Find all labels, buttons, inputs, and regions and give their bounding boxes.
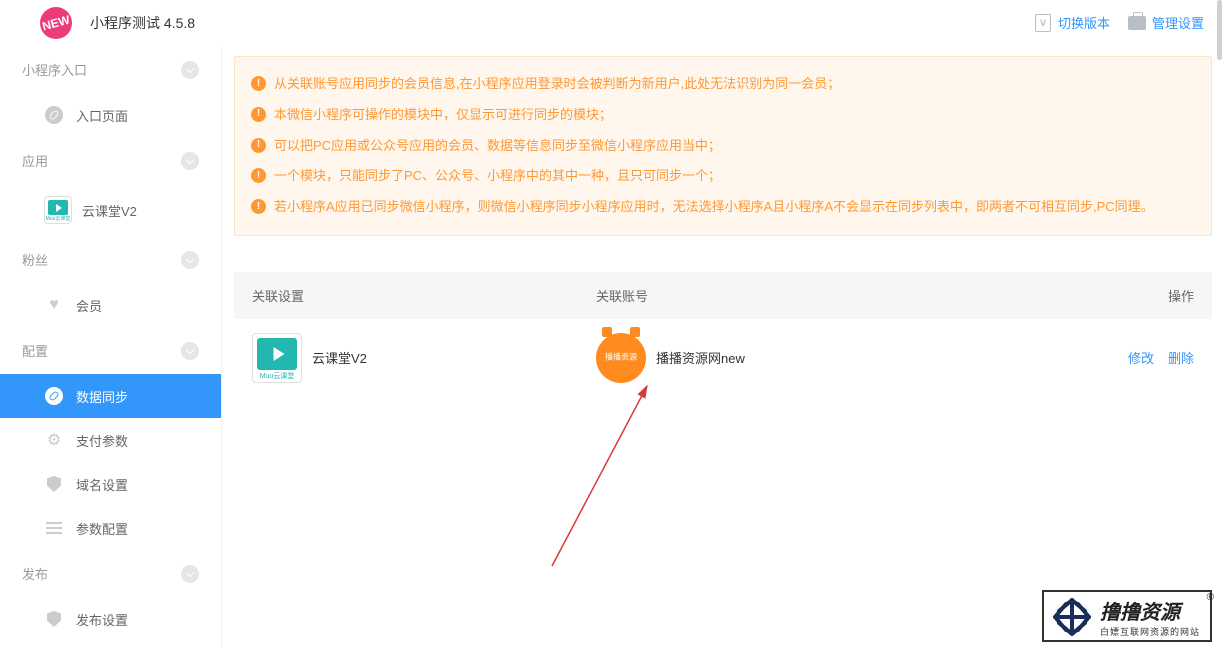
- notice-item: ! 从关联账号应用同步的会员信息,在小程序应用登录时会被判断为新用户,此处无法识…: [251, 69, 1195, 100]
- scrollbar[interactable]: [1217, 0, 1222, 60]
- sidebar-item-label: 域名设置: [76, 475, 128, 494]
- shield-icon: [44, 474, 64, 494]
- sync-table: 关联设置 关联账号 操作 Muu云课堂 云课堂V2 播播资源 播播资源网new: [234, 272, 1212, 397]
- notice-text: 可以把PC应用或公众号应用的会员、数据等信息同步至微信小程序应用当中；: [274, 136, 721, 157]
- notice-box: ! 从关联账号应用同步的会员信息,在小程序应用登录时会被判断为新用户,此处无法识…: [234, 56, 1212, 236]
- notice-item: ! 若小程序A应用已同步微信小程序，则微信小程序同步小程序应用时，无法选择小程序…: [251, 192, 1195, 223]
- info-icon: !: [251, 76, 266, 91]
- notice-item: ! 本微信小程序可操作的模块中，仅显示可进行同步的模块；: [251, 100, 1195, 131]
- sidebar-item-yunketang[interactable]: Muu云课堂 云课堂V2: [0, 184, 221, 236]
- sidebar-item-param-config[interactable]: 参数配置: [0, 506, 221, 550]
- sidebar-group-config[interactable]: 配置: [0, 327, 221, 374]
- version-icon: [1034, 14, 1052, 32]
- switch-version-button[interactable]: 切换版本: [1034, 13, 1110, 32]
- watermark-title: 撸撸资源 ®: [1100, 596, 1200, 625]
- notice-text: 若小程序A应用已同步微信小程序，则微信小程序同步小程序应用时，无法选择小程序A且…: [274, 197, 1154, 218]
- info-icon: !: [251, 199, 266, 214]
- cell-settings: Muu云课堂 云课堂V2: [252, 333, 596, 383]
- account-label: 播播资源网new: [656, 348, 745, 367]
- new-badge-icon: NEW: [41, 12, 72, 33]
- sidebar-item-label: 云课堂V2: [82, 201, 137, 220]
- notice-item: ! 一个模块，只能同步了PC、公众号、小程序中的其中一种，且只可同步一个；: [251, 161, 1195, 192]
- info-icon: !: [251, 107, 266, 122]
- sidebar-item-pay-params[interactable]: ⚙ 支付参数: [0, 418, 221, 462]
- chevron-down-icon: [181, 61, 199, 79]
- registered-icon: ®: [1207, 592, 1214, 603]
- sidebar-item-label: 数据同步: [76, 387, 128, 406]
- sidebar-item-entry-page[interactable]: 入口页面: [0, 93, 221, 137]
- app-icon: Muu云课堂: [44, 196, 72, 224]
- info-icon: !: [251, 168, 266, 183]
- sidebar-group-apps[interactable]: 应用: [0, 137, 221, 184]
- shield-icon: [44, 609, 64, 629]
- col-header-settings: 关联设置: [252, 286, 596, 305]
- sidebar-group-label: 粉丝: [22, 250, 48, 269]
- info-icon: !: [251, 138, 266, 153]
- chevron-down-icon: [181, 251, 199, 269]
- switch-version-label: 切换版本: [1058, 13, 1110, 32]
- annotation-arrow: [542, 376, 702, 576]
- heart-icon: ♥: [44, 295, 64, 315]
- sidebar-item-publish[interactable]: 发布设置: [0, 597, 221, 641]
- sidebar-item-domain[interactable]: 域名设置: [0, 462, 221, 506]
- notice-text: 一个模块，只能同步了PC、公众号、小程序中的其中一种，且只可同步一个；: [274, 166, 721, 187]
- sidebar-item-label: 支付参数: [76, 431, 128, 450]
- chevron-down-icon: [181, 152, 199, 170]
- sidebar-item-members[interactable]: ♥ 会员: [0, 283, 221, 327]
- watermark: 撸撸资源 ® 白嫖互联网资源的网站: [1042, 590, 1212, 642]
- sidebar-item-label: 发布设置: [76, 610, 128, 629]
- sidebar-item-label: 入口页面: [76, 106, 128, 125]
- manage-settings-label: 管理设置: [1152, 13, 1204, 32]
- sidebar-item-label: 参数配置: [76, 519, 128, 538]
- account-icon: 播播资源: [596, 333, 646, 383]
- sidebar-group-label: 发布: [22, 564, 48, 583]
- chevron-down-icon: [181, 565, 199, 583]
- app-icon: Muu云课堂: [252, 333, 302, 383]
- sidebar-group-entry[interactable]: 小程序入口: [0, 46, 221, 93]
- settings-label: 云课堂V2: [312, 348, 367, 367]
- app-logo: NEW: [40, 7, 72, 39]
- cell-account: 播播资源 播播资源网new: [596, 333, 1094, 383]
- col-header-account: 关联账号: [596, 286, 1114, 305]
- sidebar-item-label: 会员: [76, 296, 102, 315]
- notice-item: ! 可以把PC应用或公众号应用的会员、数据等信息同步至微信小程序应用当中；: [251, 131, 1195, 162]
- briefcase-icon: [1128, 14, 1146, 32]
- edit-button[interactable]: 修改: [1128, 348, 1154, 367]
- watermark-logo-icon: [1052, 597, 1092, 637]
- sidebar-group-publish[interactable]: 发布: [0, 550, 221, 597]
- sidebar-group-fans[interactable]: 粉丝: [0, 236, 221, 283]
- notice-text: 从关联账号应用同步的会员信息,在小程序应用登录时会被判断为新用户,此处无法识别为…: [274, 74, 840, 95]
- list-icon: [44, 518, 64, 538]
- table-header: 关联设置 关联账号 操作: [234, 272, 1212, 319]
- table-row: Muu云课堂 云课堂V2 播播资源 播播资源网new 修改 删除: [234, 319, 1212, 397]
- delete-button[interactable]: 删除: [1168, 348, 1194, 367]
- sidebar-group-label: 小程序入口: [22, 60, 87, 79]
- notice-text: 本微信小程序可操作的模块中，仅显示可进行同步的模块；: [274, 105, 612, 126]
- link-icon: [44, 386, 64, 406]
- manage-settings-button[interactable]: 管理设置: [1128, 13, 1204, 32]
- page-title: 小程序测试 4.5.8: [90, 13, 195, 33]
- header: NEW 小程序测试 4.5.8 切换版本 管理设置: [0, 0, 1224, 46]
- col-header-ops: 操作: [1114, 286, 1194, 305]
- chevron-down-icon: [181, 342, 199, 360]
- link-icon: [44, 105, 64, 125]
- main-content: ! 从关联账号应用同步的会员信息,在小程序应用登录时会被判断为新用户,此处无法识…: [222, 46, 1224, 647]
- sidebar: 小程序入口 入口页面 应用 Muu云课堂 云课堂V2: [0, 46, 222, 647]
- gear-icon: ⚙: [44, 430, 64, 450]
- sidebar-group-label: 配置: [22, 341, 48, 360]
- sidebar-item-data-sync[interactable]: 数据同步: [0, 374, 221, 418]
- sidebar-group-label: 应用: [22, 151, 48, 170]
- watermark-subtitle: 白嫖互联网资源的网站: [1100, 625, 1200, 638]
